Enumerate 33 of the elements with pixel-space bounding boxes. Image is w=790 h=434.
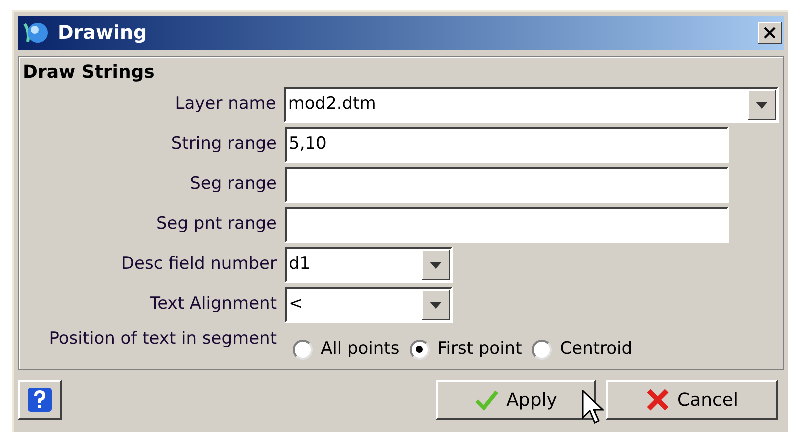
- dropdown-arrow-icon: [756, 102, 768, 108]
- field-label: Position of text in segment: [48, 328, 278, 351]
- help-button[interactable]: [18, 380, 62, 420]
- close-icon: [764, 27, 776, 39]
- field-label: Seg range: [189, 173, 278, 196]
- window-title: Drawing: [58, 20, 148, 46]
- field-label: Layer name: [174, 93, 278, 116]
- dropdown-arrow-icon: [430, 262, 442, 268]
- close-button[interactable]: [758, 22, 782, 44]
- apply-button[interactable]: Apply: [436, 380, 596, 420]
- dropdown-arrow-icon: [430, 302, 442, 308]
- input-field[interactable]: [285, 207, 729, 243]
- radio-option[interactable]: All points: [293, 337, 400, 362]
- radio-option[interactable]: First point: [410, 337, 522, 362]
- close-icon: [646, 388, 670, 412]
- input-field[interactable]: 5,10: [285, 127, 729, 163]
- dropdown-field[interactable]: <: [285, 287, 453, 323]
- help-icon: [27, 387, 53, 413]
- dropdown-field[interactable]: mod2.dtm: [284, 87, 779, 123]
- dropdown-field[interactable]: d1: [285, 247, 453, 283]
- cancel-button[interactable]: Cancel: [606, 380, 778, 420]
- section-title: Draw Strings: [23, 61, 156, 85]
- radio-option[interactable]: Centroid: [532, 337, 633, 362]
- radio-button[interactable]: [532, 340, 552, 360]
- field-label: String range: [170, 133, 278, 156]
- radio-button[interactable]: [410, 340, 430, 360]
- field-label: Seg pnt range: [155, 213, 278, 236]
- field-label: Text Alignment: [149, 293, 278, 316]
- mouse-cursor-icon: [582, 390, 604, 426]
- check-icon: [474, 389, 499, 411]
- field-label: Desc field number: [120, 253, 278, 276]
- radio-button[interactable]: [293, 340, 313, 360]
- input-field[interactable]: [285, 167, 729, 203]
